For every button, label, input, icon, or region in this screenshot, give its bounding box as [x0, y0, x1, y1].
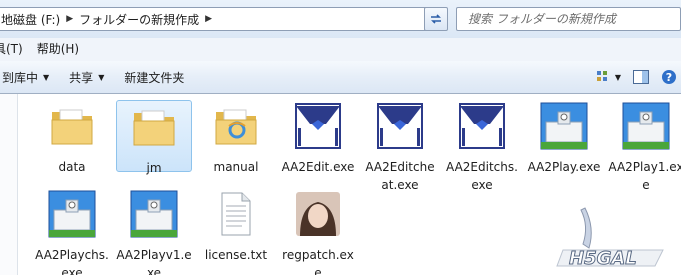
portrait-icon — [296, 192, 340, 236]
view-grid-icon — [596, 71, 607, 81]
chevron-down-icon: ▼ — [98, 72, 105, 82]
file-item-manual[interactable]: manual — [198, 102, 274, 176]
file-item-license[interactable]: license.txt — [198, 190, 274, 264]
file-name: data — [58, 160, 86, 174]
menu-bar: 具(T) 帮助(H) — [0, 38, 681, 61]
command-bar: 到库中 ▼ 共享 ▼ 新建文件夹 ▼ ? — [0, 61, 681, 94]
chevron-down-icon: ▼ — [614, 72, 621, 82]
help-icon: ? — [662, 70, 676, 84]
file-name: regpatch.exe — [282, 248, 354, 275]
folder-ie-icon — [215, 109, 257, 145]
preview-pane-button[interactable] — [629, 65, 653, 89]
navigation-pane-edge — [0, 94, 18, 275]
folder-icon — [51, 109, 93, 145]
change-view-button[interactable]: ▼ — [592, 65, 625, 89]
file-name: license.txt — [204, 248, 268, 262]
school-building-icon — [622, 102, 670, 150]
file-item-aa2editcheat[interactable]: AA2Editcheat.exe — [362, 102, 438, 194]
address-row: 地磁盘 (F:) ▶ フォルダーの新規作成 ▶ ▼ — [0, 0, 681, 38]
search-input[interactable] — [457, 12, 680, 26]
menu-tools[interactable]: 具(T) — [0, 38, 30, 61]
text-file-icon — [221, 192, 251, 236]
school-building-icon — [48, 190, 96, 238]
svg-text:?: ? — [666, 71, 672, 84]
svg-text:H5GAL: H5GAL — [569, 248, 637, 269]
sailor-uniform-icon — [377, 103, 423, 149]
help-button[interactable]: ? — [657, 65, 681, 89]
include-in-library-button[interactable]: 到库中 ▼ — [0, 64, 59, 90]
new-folder-label: 新建文件夹 — [124, 70, 185, 85]
folder-icon — [133, 110, 175, 146]
file-item-aa2playchs[interactable]: AA2Playchs.exe — [34, 190, 110, 275]
file-name: AA2Play.exe — [527, 160, 601, 174]
file-item-aa2play1[interactable]: AA2Play1.exe — [608, 102, 681, 194]
chevron-down-icon: ▼ — [43, 72, 50, 82]
file-item-regpatch[interactable]: regpatch.exe — [280, 190, 356, 275]
include-in-library-label: 到库中 — [2, 70, 39, 85]
sailor-uniform-icon — [459, 103, 505, 149]
menu-help[interactable]: 帮助(H) — [30, 38, 86, 61]
breadcrumb-drive[interactable]: 地磁盘 (F:) — [0, 8, 62, 30]
site-watermark-logo: H5GAL — [556, 207, 664, 270]
file-name: jm — [146, 161, 162, 175]
address-bar[interactable]: 地磁盘 (F:) ▶ フォルダーの新規作成 ▶ ▼ — [0, 7, 446, 31]
file-name: AA2Editcheat.exe — [365, 160, 435, 192]
refresh-button[interactable] — [424, 7, 448, 31]
file-item-jm[interactable]: jm — [116, 100, 192, 175]
file-list: data jm manual AA2Edit.exe AA2Editcheat.… — [0, 94, 681, 275]
file-item-aa2edit[interactable]: AA2Edit.exe — [280, 102, 356, 176]
new-folder-button[interactable]: 新建文件夹 — [114, 64, 194, 90]
file-item-data[interactable]: data — [34, 102, 110, 176]
breadcrumb-folder[interactable]: フォルダーの新規作成 — [77, 8, 201, 30]
file-name: AA2Edit.exe — [281, 160, 355, 174]
refresh-icon — [431, 14, 441, 24]
file-item-aa2playv1[interactable]: AA2Playv1.exe — [116, 190, 192, 275]
file-item-aa2play[interactable]: AA2Play.exe — [526, 102, 602, 176]
school-building-icon — [540, 102, 588, 150]
search-box[interactable] — [456, 7, 681, 31]
file-name: manual — [213, 160, 259, 174]
file-item-aa2editchs[interactable]: AA2Editchs.exe — [444, 102, 520, 194]
share-label: 共享 — [69, 70, 94, 85]
view-tools: ▼ ? — [592, 65, 681, 89]
file-name: AA2Playchs.exe — [35, 248, 109, 275]
share-button[interactable]: 共享 ▼ — [59, 64, 114, 90]
file-name: AA2Editchs.exe — [446, 160, 518, 192]
breadcrumb-arrow-icon[interactable]: ▶ — [62, 14, 77, 24]
preview-pane-icon — [633, 70, 649, 84]
file-name: AA2Play1.exe — [608, 160, 681, 192]
school-building-icon — [130, 190, 178, 238]
file-name: AA2Playv1.exe — [116, 248, 192, 275]
breadcrumb-arrow-icon[interactable]: ▶ — [201, 14, 216, 24]
sailor-uniform-icon — [295, 103, 341, 149]
